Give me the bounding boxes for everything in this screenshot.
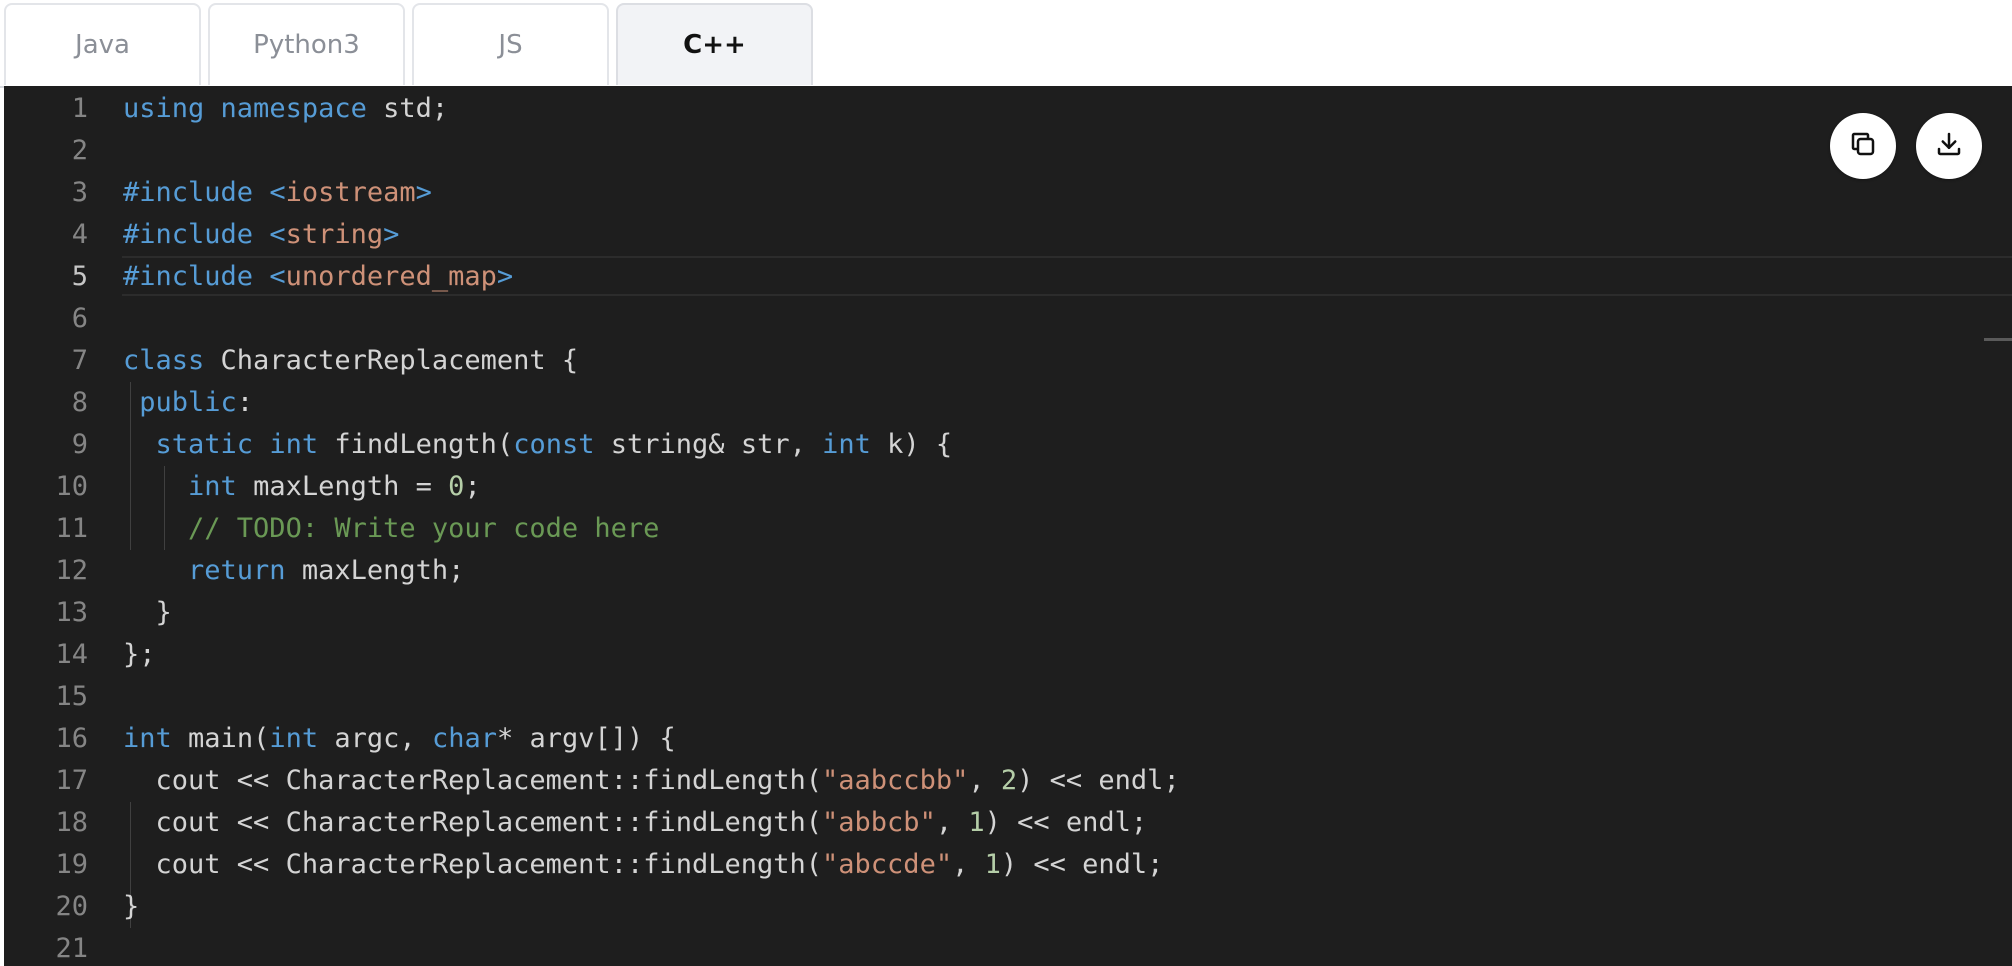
code-line-text: int main(int argc, char* argv[]) { [123,723,676,754]
code-editor[interactable]: 1 using namespace std; 2 3 #include <iostrea… [4,86,2012,966]
code-line-text: return maxLength; [188,555,465,586]
code-line[interactable]: 11 // TODO: Write your code here [4,508,2012,550]
tab-python3[interactable]: Python3 [208,3,405,85]
line-number: 18 [55,807,88,838]
code-line-text: cout << CharacterReplacement::findLength… [155,849,1164,880]
copy-code-button[interactable] [1830,113,1896,179]
line-number: 14 [55,639,88,670]
code-line[interactable]: 12 return maxLength; [4,550,2012,592]
code-line[interactable]: 16 int main(int argc, char* argv[]) { [4,718,2012,760]
code-line[interactable]: 10 int maxLength = 0; [4,466,2012,508]
copy-icon [1848,129,1878,163]
code-line[interactable]: 8 public: [4,382,2012,424]
line-number: 11 [55,513,88,544]
line-number: 10 [55,471,88,502]
line-number: 1 [71,93,88,124]
code-line[interactable]: 3 #include <iostream> [4,172,2012,214]
code-line-text: static int findLength(const string& str,… [155,429,953,460]
code-line-text: } [123,597,172,628]
code-line[interactable]: 19 cout << CharacterReplacement::findLen… [4,844,2012,886]
tab-js[interactable]: JS [412,3,609,85]
line-number: 12 [55,555,88,586]
language-tab-bar: Java Python3 JS C++ [0,0,2012,88]
code-line[interactable]: 9 static int findLength(const string& st… [4,424,2012,466]
code-line-text: cout << CharacterReplacement::findLength… [155,807,1148,838]
code-line[interactable]: 17 cout << CharacterReplacement::findLen… [4,760,2012,802]
download-icon [1934,129,1964,163]
code-line[interactable]: 20} [4,886,2012,928]
code-line-text: #include <unordered_map> [123,261,514,292]
line-number: 8 [71,387,88,418]
line-number: 15 [55,681,88,712]
line-number: 21 [55,933,88,964]
line-number: 4 [71,219,88,250]
tab-cpp[interactable]: C++ [616,3,813,85]
code-line[interactable]: 14}; [4,634,2012,676]
line-number: 17 [55,765,88,796]
line-number: 13 [55,597,88,628]
code-line[interactable]: 21 [4,928,2012,966]
download-code-button[interactable] [1916,113,1982,179]
line-number: 19 [55,849,88,880]
code-line[interactable]: 6 [4,298,2012,340]
line-number: 6 [71,303,88,334]
tab-java[interactable]: Java [4,3,201,85]
code-line-text: #include <string> [123,219,400,250]
code-line-text: }; [123,639,156,670]
code-line-text: // TODO: Write your code here [188,513,660,544]
overview-ruler-marker [1984,338,2012,341]
code-line[interactable]: 2 [4,130,2012,172]
code-line[interactable]: 4 #include <string> [4,214,2012,256]
code-line-text: #include <iostream> [123,177,432,208]
code-line-text: int maxLength = 0; [188,471,481,502]
code-line[interactable]: 7 class CharacterReplacement { [4,340,2012,382]
code-line-text: using namespace std; [123,93,449,124]
code-line-text: cout << CharacterReplacement::findLength… [155,765,1180,796]
line-number: 16 [55,723,88,754]
line-number: 2 [71,135,88,166]
code-line-text: } [123,891,140,922]
code-line[interactable]: 18 cout << CharacterReplacement::findLen… [4,802,2012,844]
code-line[interactable]: 15 [4,676,2012,718]
line-number: 20 [55,891,88,922]
code-line[interactable]: 5 #include <unordered_map> [4,256,2012,298]
code-line[interactable]: 1 using namespace std; [4,88,2012,130]
line-number: 3 [71,177,88,208]
line-number: 7 [71,345,88,376]
code-line-text: class CharacterReplacement { [123,345,579,376]
line-number: 9 [71,429,88,460]
line-number: 5 [71,261,88,292]
code-line[interactable]: 13 } [4,592,2012,634]
code-line-text: public: [139,387,254,418]
